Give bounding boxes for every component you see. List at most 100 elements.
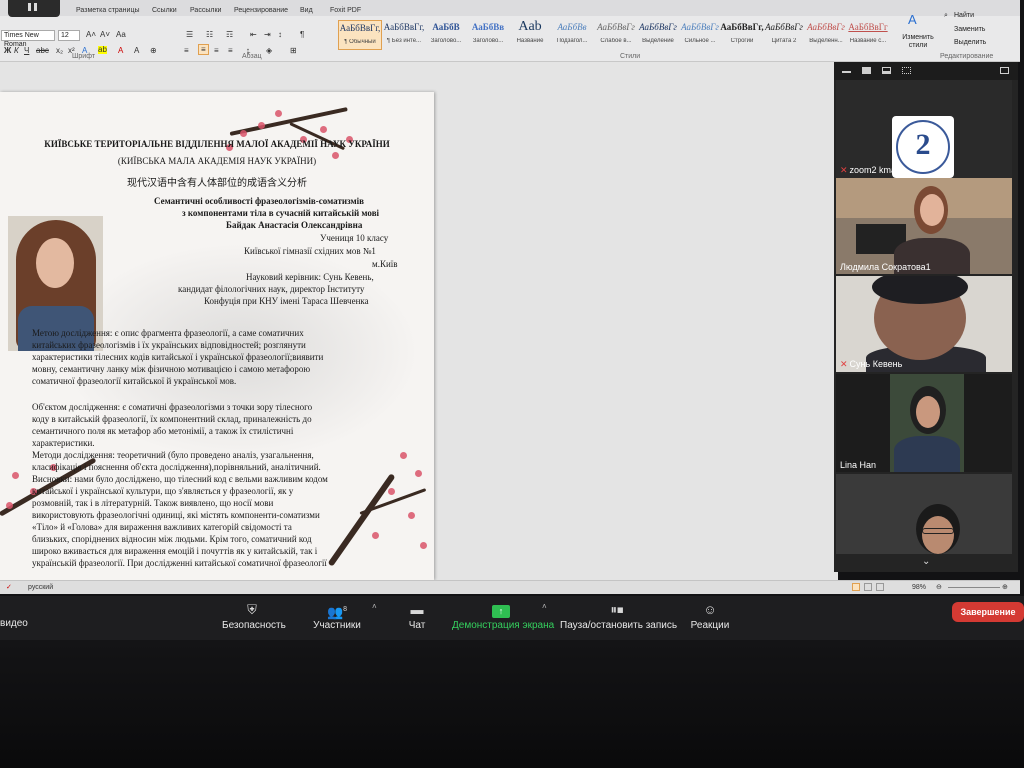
video-tile-sun-keven[interactable]: ✕ Сунь Кевень	[836, 276, 1012, 372]
participants-button[interactable]: 👥8 Участники	[310, 600, 364, 631]
reactions-button[interactable]: ☺ Реакции	[688, 600, 732, 631]
style-subtitle[interactable]: АаБбВв Подзагол...	[550, 20, 594, 50]
style-intense-emphasis[interactable]: АаБбВвГг Сильное ...	[678, 20, 722, 50]
document-canvas[interactable]: КИЇВСЬКЕ ТЕРИТОРІАЛЬНЕ ВІДДІЛЕННЯ МАЛОЇ …	[0, 62, 838, 580]
doc-body-line: соматичної фразеології китайської й укра…	[32, 376, 237, 386]
highlight-icon[interactable]: ab	[98, 46, 107, 54]
participant-name: Lina Han	[840, 460, 876, 470]
borders-icon[interactable]: ⊞	[290, 46, 297, 55]
find-button[interactable]: Найти	[954, 12, 974, 19]
align-right-icon[interactable]: ≡	[214, 46, 219, 55]
share-screen-button[interactable]: ↑ Демонстрация экрана	[452, 600, 554, 631]
tab-page-layout[interactable]: Разметка страницы	[76, 7, 140, 14]
spellcheck-icon[interactable]: ✓	[6, 583, 12, 591]
font-name-select[interactable]: Times New Roman	[1, 30, 55, 48]
read-mode-icon[interactable]	[864, 583, 872, 591]
align-left-icon[interactable]: ≡	[184, 46, 189, 55]
style-intense-quote[interactable]: АаБбВвГг Выделенн...	[804, 20, 848, 50]
style-strong[interactable]: АаБбВвГг, Строгий	[720, 20, 764, 50]
sort-icon[interactable]: ↕	[278, 30, 282, 39]
style-sample: АаБбВвГг	[807, 22, 845, 32]
subscript-icon[interactable]: x₂	[56, 46, 63, 55]
change-styles-icon[interactable]: A	[908, 12, 917, 27]
multilevel-list-icon[interactable]: ☶	[226, 30, 233, 39]
chat-icon: ▬	[410, 602, 424, 617]
style-title[interactable]: Aab Название	[508, 20, 552, 50]
pause-stop-recording-button[interactable]: ⏸⏹ Пауза/остановить запись	[560, 600, 677, 631]
style-normal[interactable]: АаБбВвГг, ¶ Обычный	[338, 20, 382, 50]
share-caret-icon[interactable]: ˄	[542, 602, 547, 611]
print-layout-icon[interactable]	[852, 583, 860, 591]
numbering-icon[interactable]: ☷	[206, 30, 213, 39]
end-meeting-button[interactable]: Завершение	[952, 602, 1024, 622]
video-tile-lyudmyla[interactable]: Людмила Сократова1	[836, 178, 1012, 274]
style-subtle-emphasis[interactable]: АаБбВвГг Слабое в...	[594, 20, 638, 50]
enclose-icon[interactable]: ⊕	[150, 46, 157, 55]
monitor-screen: Разметка страницы Ссылки Рассылки Реценз…	[0, 0, 1024, 768]
blossom	[415, 470, 422, 477]
minimize-icon[interactable]	[842, 67, 851, 73]
bullets-icon[interactable]: ☰	[186, 30, 193, 39]
grow-font-icon[interactable]: A˄	[86, 30, 96, 39]
style-sample: Aab	[518, 20, 542, 34]
italic-icon[interactable]: К	[14, 46, 19, 55]
chat-button[interactable]: ▬ Чат	[402, 600, 432, 631]
style-heading-2[interactable]: АаБбВв Заголово...	[466, 20, 510, 50]
style-no-spacing[interactable]: АаБбВвГг, ¶ Без инте...	[382, 20, 426, 50]
video-tile-lina-han[interactable]: Lina Han	[836, 374, 1012, 472]
single-view-icon[interactable]	[862, 67, 871, 74]
style-emphasis[interactable]: АаБбВвГг Выделение	[636, 20, 680, 50]
style-sample: АаБбВвГг,	[720, 22, 764, 32]
video-tile-zoom2-kman[interactable]: 2 ✕ zoom2 kman	[836, 80, 1012, 178]
decrease-indent-icon[interactable]: ⇤	[250, 30, 257, 39]
char-shading-icon[interactable]: A	[134, 46, 139, 55]
doc-title-line: КИЇВСЬКЕ ТЕРИТОРІАЛЬНЕ ВІДДІЛЕННЯ МАЛОЇ …	[44, 139, 390, 149]
style-book-title[interactable]: АаБбВвГг Название с...	[846, 20, 890, 50]
shrink-font-icon[interactable]: A˅	[100, 30, 110, 39]
tab-mailings[interactable]: Рассылки	[190, 7, 221, 14]
zoom-out-icon[interactable]: ⊖	[936, 583, 942, 591]
show-marks-icon[interactable]: ¶	[300, 30, 304, 39]
document-page[interactable]: КИЇВСЬКЕ ТЕРИТОРІАЛЬНЕ ВІДДІЛЕННЯ МАЛОЇ …	[0, 92, 434, 580]
web-layout-icon[interactable]	[876, 583, 884, 591]
style-heading-1[interactable]: АаБбВ Заголово...	[424, 20, 468, 50]
style-name: Заголово...	[472, 38, 504, 44]
video-button[interactable]: видео	[0, 618, 28, 629]
tab-references[interactable]: Ссылки	[152, 7, 177, 14]
underline-icon[interactable]: Ч	[24, 46, 29, 55]
strikethrough-icon[interactable]: abc	[36, 46, 49, 55]
speaker-view-icon[interactable]	[882, 67, 891, 74]
align-center-icon[interactable]: ≡	[198, 44, 209, 55]
select-button[interactable]: Выделить	[954, 39, 986, 46]
tab-foxit-pdf[interactable]: Foxit PDF	[330, 7, 361, 14]
doc-supervisor-title: кандидат філологічних наук, директор Інс…	[178, 284, 365, 294]
replace-button[interactable]: Заменить	[954, 26, 985, 33]
style-quote-2[interactable]: АаБбВвГг Цитата 2	[762, 20, 806, 50]
change-styles-button[interactable]: Изменить стили	[900, 34, 936, 50]
participants-caret-icon[interactable]: ˄	[372, 602, 377, 611]
tab-review[interactable]: Рецензирование	[234, 7, 288, 14]
video-tile-participant-5[interactable]	[836, 474, 1012, 554]
zoom-level[interactable]: 98%	[912, 584, 926, 591]
zoom-in-icon[interactable]: ⊕	[1002, 583, 1008, 591]
gallery-view-icon[interactable]	[902, 67, 911, 74]
clear-format-icon[interactable]: Aa	[116, 30, 126, 39]
expand-icon[interactable]	[1000, 67, 1009, 74]
paragraph-shading-icon[interactable]: ◈	[266, 46, 272, 55]
justify-icon[interactable]: ≡	[228, 46, 233, 55]
security-button[interactable]: ⛨ Безопасность	[222, 600, 286, 631]
bold-icon[interactable]: Ж	[4, 46, 11, 55]
zoom-panel-toolbar	[834, 62, 1018, 80]
scroll-down-chevron-icon[interactable]: ⌄	[922, 556, 930, 567]
style-name: Цитата 2	[771, 38, 797, 44]
zoom-slider[interactable]	[948, 587, 1000, 588]
participant-name-label: Lina Han	[840, 460, 877, 470]
font-color-icon[interactable]: A	[118, 46, 123, 55]
font-group-label: Шрифт	[72, 53, 96, 60]
increase-indent-icon[interactable]: ⇥	[264, 30, 271, 39]
language-indicator[interactable]: русский	[28, 584, 53, 591]
recording-pause-badge[interactable]	[8, 0, 60, 17]
find-icon[interactable]: ⌕	[944, 12, 948, 20]
font-size-select[interactable]: 12	[58, 30, 80, 41]
tab-view[interactable]: Вид	[300, 7, 313, 14]
